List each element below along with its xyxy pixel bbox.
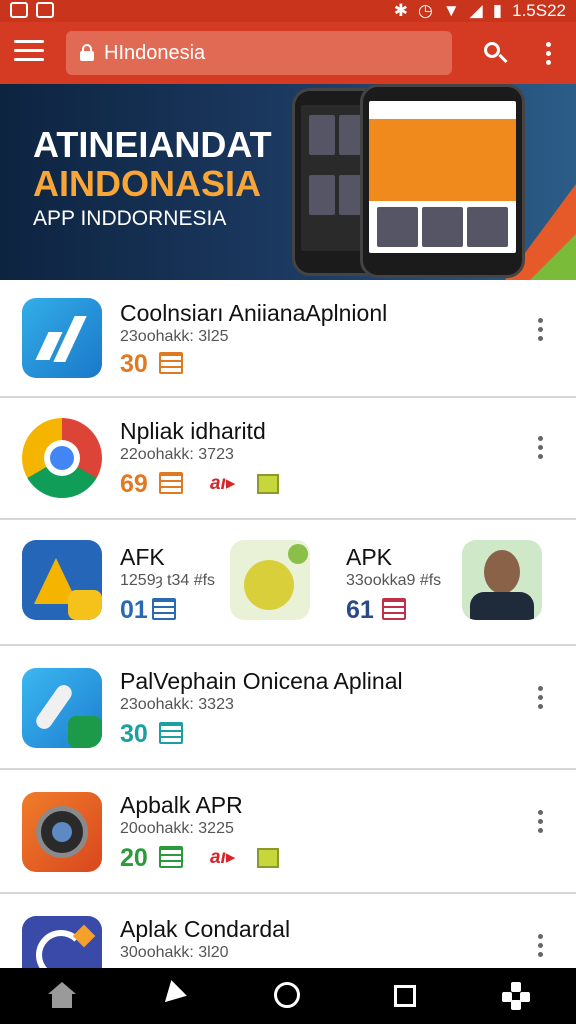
notification-icon: [10, 2, 28, 18]
app-rating: 61: [346, 596, 374, 624]
app-rating: 30: [120, 720, 148, 748]
back-icon[interactable]: [157, 980, 188, 1010]
menu-icon[interactable]: [14, 40, 44, 66]
app-title: Aplak Condardal: [120, 916, 291, 942]
decor-shape: [530, 234, 576, 280]
grid-icon: [159, 722, 183, 744]
phone-mockup: [360, 84, 525, 278]
app-icon: [22, 540, 102, 620]
badge-label: aı▸: [210, 473, 236, 494]
battery-icon: ▮: [492, 1, 503, 20]
app-title: AFK: [120, 544, 165, 570]
bluetooth-icon: ✱: [393, 1, 408, 20]
search-icon[interactable]: [482, 40, 510, 68]
app-rating: 20: [120, 844, 148, 872]
app-meta: 1259ȝ t34 #fs: [120, 572, 216, 589]
app-meta: 20oohakk: 3225: [120, 820, 234, 837]
home-icon[interactable]: [48, 982, 76, 1010]
status-time: 1.5S22: [512, 1, 566, 20]
status-bar: ✱ ◷ ▼ ◢ ▮ 1.5S22: [0, 0, 576, 22]
wifi-icon: ▼: [442, 1, 460, 20]
badge-icon: [257, 848, 279, 868]
banner-line-3: APP INDDORNESIA: [33, 207, 227, 230]
app-meta: 23oohakk: 3l25: [120, 328, 229, 345]
grid-icon: [152, 598, 176, 620]
app-title: Npliak idharitd: [120, 418, 266, 444]
chrome-icon: [22, 418, 102, 498]
home-circle-icon[interactable]: [274, 982, 300, 1008]
app-meta: 33ookka9 #fs: [346, 572, 442, 589]
promo-banner[interactable]: ATINEIANDAT AINDONASIA APP INDDORNESIA: [0, 84, 576, 280]
grid-icon: [159, 472, 183, 494]
assistant-icon[interactable]: [502, 982, 530, 1010]
list-item[interactable]: PalVephain Onicena Aplinal 23oohakk: 332…: [0, 646, 576, 770]
app-rating: 69: [120, 470, 148, 498]
banner-line-2: AINDONASIA: [33, 163, 262, 204]
app-title: PalVephain Onicena Aplinal: [120, 668, 403, 694]
app-meta: 22oohakk: 3723: [120, 446, 234, 463]
app-list: Coolnsiarı AniianaAplnionl 23oohakk: 3l2…: [0, 280, 576, 968]
app-rating: 01: [120, 596, 148, 624]
notification-icon: [36, 2, 54, 18]
more-options-icon[interactable]: [534, 436, 546, 464]
badge-icon: [257, 474, 279, 494]
more-options-icon[interactable]: [534, 934, 546, 962]
status-icons: ✱ ◷ ▼ ◢ ▮ 1.5S22: [394, 1, 566, 21]
grid-icon: [382, 598, 406, 620]
more-options-icon[interactable]: [534, 810, 546, 838]
app-meta: 30oohakk: 3l20: [120, 944, 229, 961]
portrait-image: [462, 540, 542, 620]
notification-icons: [10, 2, 54, 18]
url-bar[interactable]: HIndonesia: [66, 31, 452, 75]
more-options-icon[interactable]: [540, 42, 556, 68]
more-options-icon[interactable]: [534, 318, 546, 346]
list-item[interactable]: Aplak Condardal 30oohakk: 3l20: [0, 894, 576, 968]
banner-line-1: ATINEIANDAT: [33, 124, 272, 165]
url-text: HIndonesia: [104, 42, 206, 64]
app-title: Apbalk APR: [120, 792, 243, 818]
app-meta: 23oohakk: 3323: [120, 696, 234, 713]
app-rating: 30: [120, 350, 148, 378]
recents-icon[interactable]: [394, 985, 416, 1007]
grid-icon: [159, 352, 183, 374]
mascot-icon: [230, 540, 310, 620]
app-title: Coolnsiarı AniianaAplnionl: [120, 300, 388, 326]
grid-icon: [159, 846, 183, 868]
camera-app-icon: [22, 792, 102, 872]
signal-icon: ◢: [469, 1, 483, 20]
app-icon: [22, 668, 102, 748]
list-item[interactable]: Apbalk APR 20oohakk: 3225 20 aı▸: [0, 770, 576, 894]
alarm-icon: ◷: [418, 1, 433, 20]
list-item[interactable]: Npliak idharitd 22oohakk: 3723 69 aı▸: [0, 398, 576, 520]
app-icon: [22, 298, 102, 378]
app-bar: HIndonesia: [0, 22, 576, 84]
app-title: APK: [346, 544, 393, 570]
navigation-bar: [0, 968, 576, 1024]
more-options-icon[interactable]: [534, 686, 546, 714]
lock-icon: [80, 44, 94, 61]
badge-label: aı▸: [210, 847, 236, 868]
app-icon: [22, 916, 102, 968]
list-item[interactable]: AFK 1259ȝ t34 #fs 01 APK 33ookka9 #fs 61: [0, 520, 576, 646]
list-item[interactable]: Coolnsiarı AniianaAplnionl 23oohakk: 3l2…: [0, 280, 576, 398]
